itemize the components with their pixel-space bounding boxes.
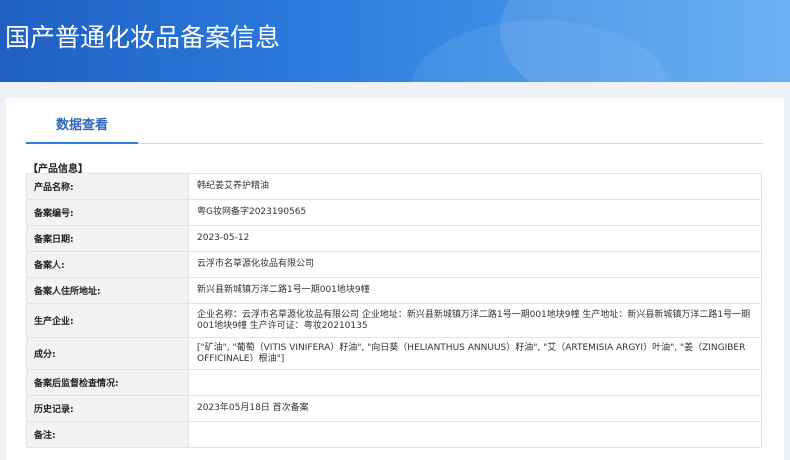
row-label: 备案人住所地址: xyxy=(26,277,189,304)
row-value: 粤G妆网备字2023190565 xyxy=(188,199,762,226)
table-row: 备案后监督检查情况: xyxy=(26,369,762,396)
row-label: 生产企业: xyxy=(26,303,189,338)
table-row: 生产企业: 企业名称：云浮市名草源化妆品有限公司 企业地址：新兴县新城镇万洋二路… xyxy=(26,303,762,338)
table-row: 备案人住所地址: 新兴县新城镇万洋二路1号一期001地块9幢 xyxy=(26,277,762,304)
row-label: 备案日期: xyxy=(26,225,189,252)
row-value: 2023年05月18日 首次备案 xyxy=(188,395,762,422)
row-label: 备注: xyxy=(26,421,189,448)
row-label: 备案编号: xyxy=(26,199,189,226)
row-label: 产品名称: xyxy=(26,173,189,200)
page-title: 国产普通化妆品备案信息 xyxy=(5,23,281,52)
table-row: 历史记录: 2023年05月18日 首次备案 xyxy=(26,395,762,422)
table-row: 产品名称: 韩纪姜艾养护精油 xyxy=(26,173,762,200)
table-row: 成分: ["矿油", "葡萄（VITIS VINIFERA）籽油", "向日葵（… xyxy=(26,337,762,370)
row-value: 企业名称：云浮市名草源化妆品有限公司 企业地址：新兴县新城镇万洋二路1号一期00… xyxy=(188,303,762,338)
row-label: 备案后监督检查情况: xyxy=(26,369,189,396)
table-row: 备案编号: 粤G妆网备字2023190565 xyxy=(26,199,762,226)
row-label: 备案人: xyxy=(26,251,189,278)
row-value: 云浮市名草源化妆品有限公司 xyxy=(188,251,762,278)
row-label: 历史记录: xyxy=(26,395,189,422)
row-value: 2023-05-12 xyxy=(188,225,762,252)
row-value: 新兴县新城镇万洋二路1号一期001地块9幢 xyxy=(188,277,762,304)
page-header: 国产普通化妆品备案信息 xyxy=(0,0,790,82)
table-row: 备案日期: 2023-05-12 xyxy=(26,225,762,252)
row-label: 成分: xyxy=(26,337,189,370)
table-row: 备注: xyxy=(26,421,762,448)
tab-data-view[interactable]: 数据查看 xyxy=(26,98,138,144)
row-value xyxy=(188,369,762,396)
tab-bar: 数据查看 xyxy=(26,98,764,144)
row-value xyxy=(188,421,762,448)
row-value: ["矿油", "葡萄（VITIS VINIFERA）籽油", "向日葵（HELI… xyxy=(188,337,762,370)
row-value: 韩纪姜艾养护精油 xyxy=(188,173,762,200)
content-panel: 数据查看 【产品信息】 产品名称: 韩纪姜艾养护精油 备案编号: 粤G妆网备字2… xyxy=(6,98,784,460)
product-info-table: 产品名称: 韩纪姜艾养护精油 备案编号: 粤G妆网备字2023190565 备案… xyxy=(26,173,762,448)
table-row: 备案人: 云浮市名草源化妆品有限公司 xyxy=(26,251,762,278)
